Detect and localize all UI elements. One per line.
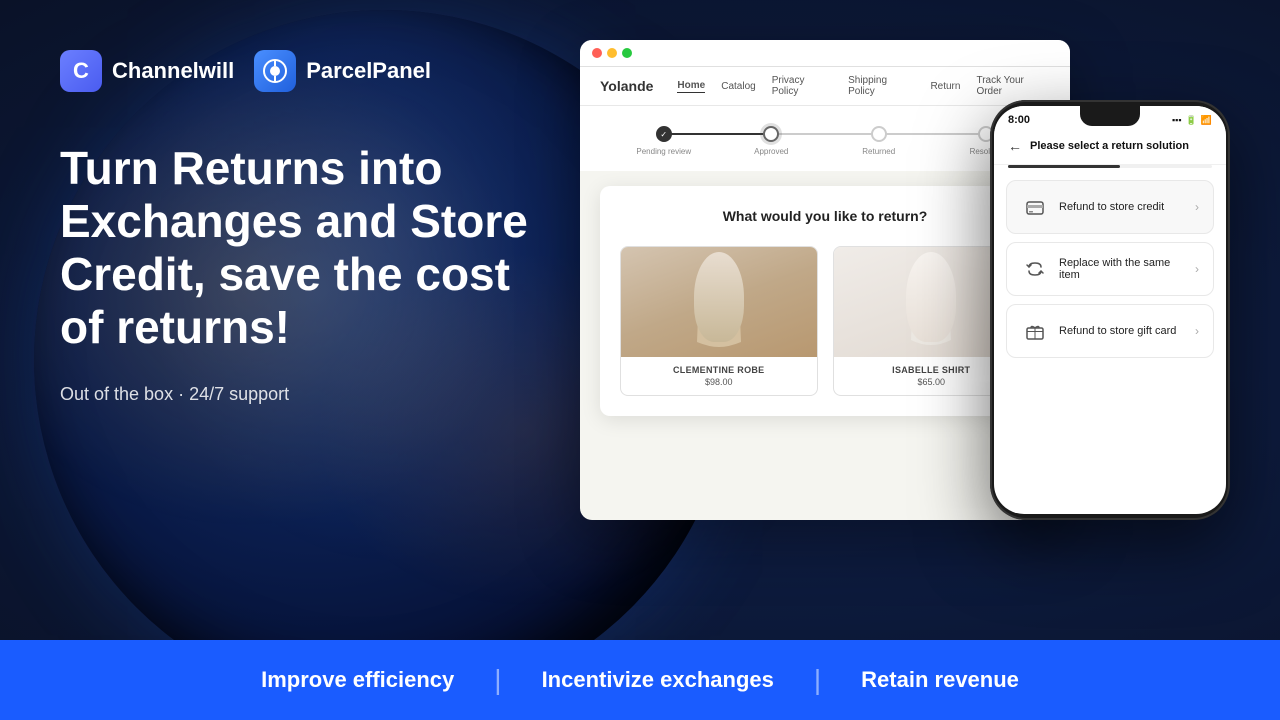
bottom-divider-1: | [494, 664, 501, 696]
bottom-item-3: Retain revenue [861, 667, 1019, 693]
signal-icon: ▪▪▪ [1172, 115, 1182, 125]
nav-home[interactable]: Home [677, 80, 705, 93]
step-returned: Returned [825, 126, 933, 156]
browser-top-bar [580, 40, 1070, 67]
page-content: C Channelwill ParcelPanel [0, 0, 1280, 720]
bottom-divider-2: | [814, 664, 821, 696]
phone-option-store-credit[interactable]: Refund to store credit › [1006, 180, 1214, 234]
step-label-3: Returned [862, 147, 895, 156]
channelwill-logo: C Channelwill [60, 50, 234, 92]
product-info-1: CLEMENTINE ROBE $98.00 [621, 357, 817, 395]
product-cards: CLEMENTINE ROBE $98.00 [620, 246, 1030, 396]
replace-icon [1021, 255, 1049, 283]
parcelpanel-icon [254, 50, 296, 92]
parcelpanel-name: ParcelPanel [306, 58, 431, 84]
product-name-1: CLEMENTINE ROBE [629, 365, 809, 375]
modal-header: What would you like to return? × [620, 206, 1030, 226]
option-text-2: Replace with the same item [1059, 257, 1185, 281]
parcelpanel-icon-svg [262, 58, 288, 84]
channelwill-name: Channelwill [112, 58, 234, 84]
browser-window-controls [592, 48, 632, 58]
parcelpanel-logo: ParcelPanel [254, 50, 431, 92]
product-price-1: $98.00 [629, 377, 809, 387]
modal-title: What would you like to return? [640, 208, 1010, 224]
step-pending-review: ✓ Pending review [610, 126, 718, 156]
phone-time: 8:00 [1008, 114, 1030, 126]
step-circle-2 [763, 126, 779, 142]
return-modal: What would you like to return? × [600, 186, 1050, 416]
progress-track: ✓ Pending review Approved Retur [610, 126, 1040, 156]
gift-card-icon-svg [1025, 321, 1045, 341]
bottom-bar: Improve efficiency | Incentivize exchang… [0, 640, 1280, 720]
store-logo: Yolande [600, 78, 653, 94]
gift-card-icon [1021, 317, 1049, 345]
product-figure-2 [901, 252, 961, 352]
phone-progress-fill [1008, 165, 1120, 168]
channelwill-icon-letter: C [73, 58, 89, 84]
step-label-1: Pending review [636, 147, 691, 156]
chevron-icon-3: › [1195, 324, 1199, 338]
logo-row: C Channelwill ParcelPanel [60, 50, 560, 92]
battery-icon: 🔋 [1186, 115, 1197, 126]
phone-screen-title: Please select a return solution [1030, 140, 1212, 152]
bottom-item-1: Improve efficiency [261, 667, 454, 693]
nav-catalog[interactable]: Catalog [721, 81, 755, 92]
product-card-1[interactable]: CLEMENTINE ROBE $98.00 [620, 246, 818, 396]
phone-progress-bar [1008, 165, 1212, 168]
option-text-1: Refund to store credit [1059, 201, 1185, 213]
store-nav: Yolande Home Catalog Privacy Policy Ship… [580, 67, 1070, 106]
nav-track[interactable]: Track Your Order [976, 75, 1050, 97]
right-panel: Yolande Home Catalog Privacy Policy Ship… [560, 40, 1220, 610]
phone-header: ← Please select a return solution [994, 130, 1226, 165]
step-circle-3 [871, 126, 887, 142]
nav-shipping[interactable]: Shipping Policy [848, 75, 914, 97]
phone-notch [1080, 106, 1140, 126]
phone-status-icons: ▪▪▪ 🔋 📶 [1172, 115, 1212, 126]
step-label-2: Approved [754, 147, 788, 156]
phone-screen: 8:00 ▪▪▪ 🔋 📶 ← Please select a return so… [994, 106, 1226, 514]
subtext: Out of the box · 24/7 support [60, 384, 560, 405]
left-panel: C Channelwill ParcelPanel [60, 40, 560, 610]
product-figure-1 [689, 252, 749, 352]
phone-mockup: 8:00 ▪▪▪ 🔋 📶 ← Please select a return so… [990, 100, 1230, 520]
phone-option-gift-card[interactable]: Refund to store gift card › [1006, 304, 1214, 358]
phone-option-replace[interactable]: Replace with the same item › [1006, 242, 1214, 296]
chevron-icon-2: › [1195, 262, 1199, 276]
channelwill-icon: C [60, 50, 102, 92]
replace-icon-svg [1025, 259, 1045, 279]
bottom-item-2: Incentivize exchanges [542, 667, 774, 693]
option-text-3: Refund to store gift card [1059, 325, 1185, 337]
step-circle-1: ✓ [656, 126, 672, 142]
main-section: C Channelwill ParcelPanel [0, 0, 1280, 640]
chevron-icon-1: › [1195, 200, 1199, 214]
nav-privacy[interactable]: Privacy Policy [772, 75, 832, 97]
step-approved: Approved [718, 126, 826, 156]
headline: Turn Returns into Exchanges and Store Cr… [60, 142, 560, 354]
store-credit-icon [1021, 193, 1049, 221]
wifi-icon: 📶 [1201, 115, 1212, 126]
nav-return[interactable]: Return [930, 81, 960, 92]
maximize-dot [622, 48, 632, 58]
back-arrow-icon[interactable]: ← [1008, 138, 1022, 154]
close-dot [592, 48, 602, 58]
minimize-dot [607, 48, 617, 58]
product-image-1 [621, 247, 817, 357]
store-credit-icon-svg [1025, 197, 1045, 217]
